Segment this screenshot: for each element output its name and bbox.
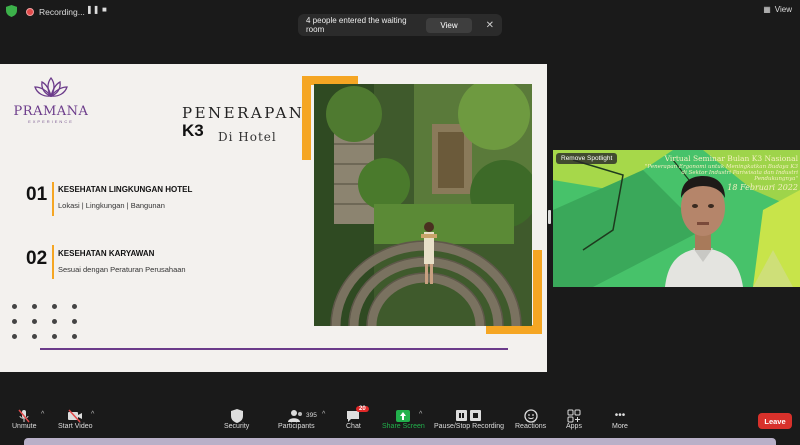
item-number: 01 bbox=[26, 184, 48, 205]
shield-icon[interactable] bbox=[6, 5, 17, 17]
item-detail: Lokasi | Lingkungan | Bangunan bbox=[58, 201, 165, 210]
pause-stop-recording-label: Pause/Stop Recording bbox=[434, 423, 505, 430]
participants-count: 395 bbox=[306, 412, 317, 419]
reactions-label: Reactions bbox=[515, 423, 547, 430]
security-label: Security bbox=[224, 423, 250, 430]
apps-label: Apps bbox=[566, 423, 582, 430]
apps-icon bbox=[567, 408, 581, 423]
muted-microphone-icon bbox=[17, 408, 31, 423]
banner-line: Pendukungnya" bbox=[754, 176, 798, 182]
more-button[interactable]: ••• More bbox=[612, 408, 628, 430]
video-background-banner: Virtual Seminar Bulan K3 Nasional "Pener… bbox=[623, 154, 798, 192]
chat-label: Chat bbox=[346, 423, 361, 430]
record-dot-icon bbox=[26, 7, 34, 16]
item-number: 02 bbox=[26, 248, 48, 269]
lotus-icon bbox=[34, 76, 68, 98]
speaker-video[interactable]: Remove Spotlight Virtual Seminar Bulan K… bbox=[553, 150, 800, 287]
pause-stop-recording-button[interactable]: Pause/Stop Recording bbox=[434, 408, 504, 430]
slide-title-line2: K3 bbox=[182, 121, 204, 140]
view-grid-icon: ▦ bbox=[763, 5, 771, 14]
item-divider bbox=[52, 245, 54, 279]
decorative-dots bbox=[12, 304, 78, 339]
slide-divider bbox=[40, 348, 508, 350]
close-icon[interactable]: ✕ bbox=[486, 20, 494, 31]
hotel-garden-photo bbox=[314, 84, 532, 326]
share-screen-label: Share Screen bbox=[382, 423, 425, 430]
share-screen-icon bbox=[396, 408, 411, 423]
recording-indicator: Recording... bbox=[26, 4, 85, 19]
slide-title-line1: PENERAPAN bbox=[182, 104, 305, 122]
item-detail: Sesuai dengan Peraturan Perusahaan bbox=[58, 265, 186, 274]
meeting-toolbar: Unmute ^ Start Video ^ Security Particip… bbox=[0, 405, 800, 437]
banner-line: Virtual Seminar Bulan K3 Nasional bbox=[664, 154, 798, 163]
unmute-button[interactable]: Unmute bbox=[12, 408, 37, 430]
view-label: View bbox=[774, 5, 792, 14]
os-dock bbox=[24, 438, 776, 445]
view-menu[interactable]: ▦ View bbox=[763, 5, 792, 14]
unmute-label: Unmute bbox=[12, 423, 37, 430]
recording-label: Recording... bbox=[39, 6, 85, 17]
remove-spotlight-button[interactable]: Remove Spotlight bbox=[556, 153, 618, 164]
stop-recording-icon[interactable]: ■ bbox=[102, 5, 107, 14]
leave-button[interactable]: Leave bbox=[758, 413, 792, 429]
item-divider bbox=[52, 182, 54, 216]
video-off-icon bbox=[67, 408, 83, 423]
logo-name: PRAMANA bbox=[13, 104, 89, 119]
slide-title-line3: Di Hotel bbox=[218, 130, 277, 144]
logo-subtitle: EXPERIENCE bbox=[28, 119, 74, 124]
more-label: More bbox=[612, 423, 628, 430]
chevron-up-icon[interactable]: ^ bbox=[322, 411, 325, 418]
chat-unread-badge: 20 bbox=[356, 406, 369, 412]
security-shield-icon bbox=[230, 408, 243, 423]
notification-message: 4 people entered the waiting room bbox=[306, 16, 407, 34]
participants-label: Participants bbox=[278, 423, 315, 430]
reactions-button[interactable]: Reactions bbox=[515, 408, 546, 430]
apps-button[interactable]: Apps bbox=[566, 408, 582, 430]
pause-stop-icon bbox=[456, 408, 482, 423]
participants-icon bbox=[288, 408, 304, 423]
security-button[interactable]: Security bbox=[224, 408, 249, 430]
chevron-up-icon[interactable]: ^ bbox=[41, 411, 44, 418]
item-heading: KESEHATAN KARYAWAN bbox=[58, 249, 155, 258]
banner-line: 18 Februari 2022 bbox=[727, 183, 798, 192]
chevron-up-icon[interactable]: ^ bbox=[91, 411, 94, 418]
pramana-logo: PRAMANA EXPERIENCE bbox=[12, 76, 90, 124]
notification-view-button[interactable]: View bbox=[426, 17, 472, 33]
smiley-plus-icon bbox=[523, 408, 538, 423]
pause-recording-icon[interactable]: ❚❚ bbox=[86, 5, 99, 14]
waiting-room-notification: 4 people entered the waiting room View ✕ bbox=[298, 14, 502, 36]
start-video-button[interactable]: Start Video bbox=[58, 408, 93, 430]
more-dots-icon: ••• bbox=[614, 410, 626, 421]
chevron-up-icon[interactable]: ^ bbox=[419, 411, 422, 418]
split-view-handle[interactable] bbox=[548, 210, 551, 224]
item-heading: KESEHATAN LINGKUNGAN HOTEL bbox=[58, 185, 193, 194]
start-video-label: Start Video bbox=[58, 423, 93, 430]
shared-slide: PRAMANA EXPERIENCE PENERAPAN K3 Di Hotel… bbox=[0, 64, 547, 372]
